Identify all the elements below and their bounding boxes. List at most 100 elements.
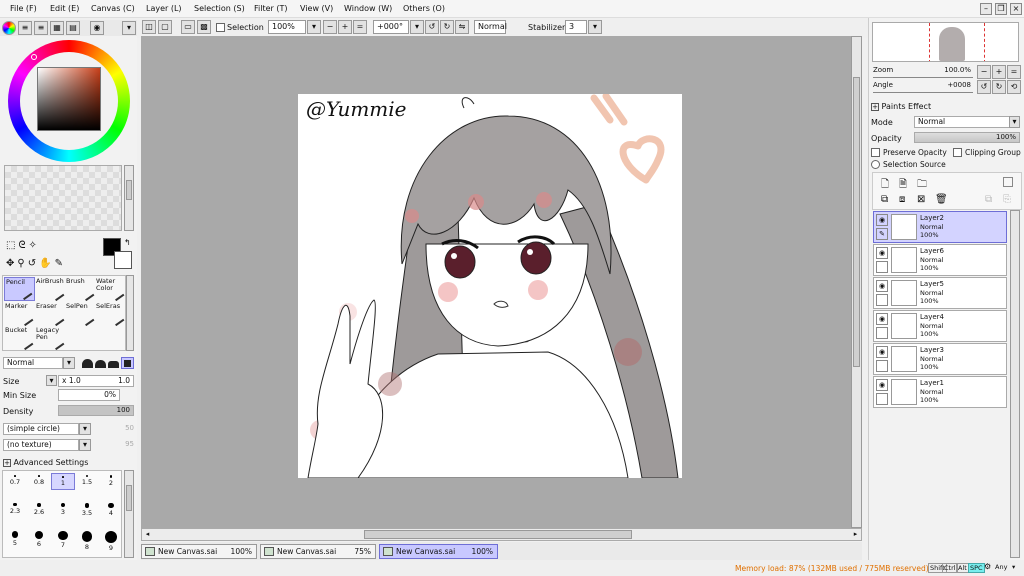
clipping-group-checkbox[interactable] [953, 148, 962, 157]
swap-colors-icon[interactable]: ↰ [124, 238, 131, 247]
tool-pencil[interactable]: Pencil [4, 277, 35, 301]
selection-checkbox[interactable] [216, 23, 225, 32]
visibility-eye-icon[interactable]: ◉ [876, 280, 888, 292]
layer-lock-icon[interactable] [876, 294, 888, 306]
saturation-value-square[interactable] [37, 67, 101, 131]
brush-mode-select[interactable]: Normal [3, 357, 63, 369]
menu-others[interactable]: Others (O) [403, 4, 445, 13]
stabilizer-field[interactable]: 3 [565, 20, 587, 34]
transfer-down-icon[interactable]: ⧉ [881, 194, 888, 205]
brush-shape-select[interactable]: (simple circle) [3, 423, 79, 435]
blend-mode-field[interactable]: Normal [474, 20, 507, 34]
rect-select-icon[interactable]: ⬚ [6, 240, 18, 251]
layer-opacity-slider[interactable]: 100% [914, 132, 1020, 143]
brush-size-preset[interactable]: 9 [99, 529, 123, 552]
layer-lock-icon[interactable] [876, 327, 888, 339]
brush-size-preset[interactable]: 1 [51, 473, 75, 490]
merge-down-icon[interactable]: ⧈ [899, 194, 905, 205]
layer-panel-menu-icon[interactable] [1003, 177, 1013, 187]
nav-rotate-left-icon[interactable]: ↺ [977, 80, 991, 94]
density-slider[interactable]: 100 [58, 405, 134, 416]
visibility-eye-icon[interactable]: ◉ [876, 214, 888, 226]
layer-row[interactable]: ◉ ✎ Layer2 Normal 100% [873, 211, 1007, 243]
tool-legacy-pen[interactable]: Legacy Pen [35, 326, 66, 350]
clear-layer-icon[interactable]: ⊠ [917, 194, 925, 205]
menu-edit[interactable]: Edit (E) [50, 4, 79, 13]
tool-brush[interactable]: Brush [65, 277, 96, 301]
layer-lock-icon[interactable] [876, 261, 888, 273]
rotate-icon[interactable]: ↺ [28, 258, 39, 269]
hsv-slider-icon[interactable]: ≡ [34, 21, 48, 35]
size-field[interactable]: x 1.0 1.0 [58, 375, 134, 387]
nav-rotate-right-icon[interactable]: ↻ [992, 80, 1006, 94]
zoom-out-icon[interactable]: − [323, 20, 337, 34]
menu-canvas[interactable]: Canvas (C) [91, 4, 135, 13]
menu-layer[interactable]: Layer (L) [146, 4, 182, 13]
menu-filter[interactable]: Filter (T) [254, 4, 287, 13]
drawing-canvas[interactable]: @Yummie [298, 94, 682, 478]
minsize-field[interactable]: 0% [58, 389, 120, 401]
shape-flat-icon[interactable] [108, 361, 119, 368]
new-layer-icon[interactable]: 🗋 [881, 177, 889, 194]
layer-row[interactable]: ◉ Layer6 Normal 100% [873, 244, 1007, 276]
rotation-dropdown-icon[interactable]: ▾ [410, 20, 424, 34]
visibility-eye-icon[interactable]: ◉ [876, 346, 888, 358]
color-swatches-area[interactable] [4, 165, 122, 231]
paints-effect-toggle[interactable]: + Paints Effect [871, 102, 931, 111]
brush-size-preset[interactable]: 3.5 [75, 501, 99, 518]
magic-wand-icon[interactable]: ✧ [29, 240, 40, 251]
delete-layer-icon[interactable]: 🗑 [935, 194, 948, 205]
selection-source-radio[interactable] [871, 160, 880, 169]
brush-size-preset[interactable]: 5 [3, 529, 27, 547]
size-dropdown-icon[interactable]: ▾ [46, 375, 57, 386]
zoom-in-icon[interactable]: + [338, 20, 352, 34]
zoom-reset-icon[interactable]: = [353, 20, 367, 34]
texture-select[interactable]: (no texture) [3, 439, 79, 451]
lasso-icon[interactable]: ᘓ [18, 240, 28, 251]
brush-size-preset[interactable]: 0.7 [3, 473, 27, 490]
canvas-horizontal-scrollbar[interactable]: ◂ ▸ [141, 528, 862, 541]
layer-list-scrollbar[interactable] [1010, 210, 1020, 558]
visibility-eye-icon[interactable]: ◉ [876, 313, 888, 325]
scratchpad-icon[interactable]: ◉ [90, 21, 104, 35]
brush-size-preset[interactable]: 2.3 [3, 501, 27, 518]
brush-shape-dropdown-icon[interactable]: ▾ [79, 423, 91, 435]
paste-layer-icon[interactable]: ⎘ [1003, 194, 1011, 205]
brush-size-preset[interactable]: 8 [75, 529, 99, 551]
visibility-eye-icon[interactable]: ◉ [876, 379, 888, 391]
close-icon[interactable]: × [1010, 3, 1022, 15]
tool-watercolor[interactable]: Water Color [95, 277, 126, 301]
layer-row[interactable]: ◉ Layer3 Normal 100% [873, 343, 1007, 375]
flip-icon[interactable]: ⇋ [455, 20, 469, 34]
any-dropdown-icon[interactable]: ▾ [1012, 563, 1015, 571]
brush-size-preset[interactable]: 3 [51, 501, 75, 518]
texture-value[interactable]: 95 [96, 440, 134, 448]
background-color[interactable] [114, 251, 132, 269]
nav-zoom-in-icon[interactable]: + [992, 65, 1006, 79]
tool-eraser[interactable]: Eraser [35, 302, 66, 326]
menu-file[interactable]: File (F) [10, 4, 37, 13]
brush-size-preset[interactable]: 2 [99, 473, 123, 490]
nav-zoom-slider[interactable] [873, 74, 973, 78]
eyedropper-icon[interactable]: ✎ [55, 258, 66, 269]
visibility-eye-icon[interactable]: ◉ [876, 247, 888, 259]
move-icon[interactable]: ✥ [6, 258, 17, 269]
tab-document-1[interactable]: New Canvas.sai 100% [141, 544, 257, 559]
brush-shape-value[interactable]: 50 [96, 424, 134, 432]
hand-icon[interactable]: ✋ [39, 258, 54, 269]
new-linework-layer-icon[interactable]: 🗎 [899, 177, 907, 194]
new-folder-icon[interactable]: 🗀 [917, 177, 927, 194]
panel-menu-icon[interactable]: ▾ [122, 21, 136, 35]
invert-selection-icon[interactable]: ▢ [158, 20, 172, 34]
swatches-scrollbar[interactable] [124, 165, 134, 231]
layer-lock-icon[interactable] [876, 393, 888, 405]
shape-square-icon[interactable] [121, 357, 134, 369]
tab-document-2[interactable]: New Canvas.sai 75% [260, 544, 376, 559]
rotate-left-icon[interactable]: ↺ [425, 20, 439, 34]
tool-marker[interactable]: Marker [4, 302, 35, 326]
brush-size-preset[interactable]: 7 [51, 529, 75, 549]
tool-airbrush[interactable]: AirBrush [35, 277, 66, 301]
deselect-icon[interactable]: ◫ [142, 20, 156, 34]
zoom-field[interactable]: 100% [268, 20, 306, 34]
swatches-icon[interactable]: ▤ [66, 21, 80, 35]
